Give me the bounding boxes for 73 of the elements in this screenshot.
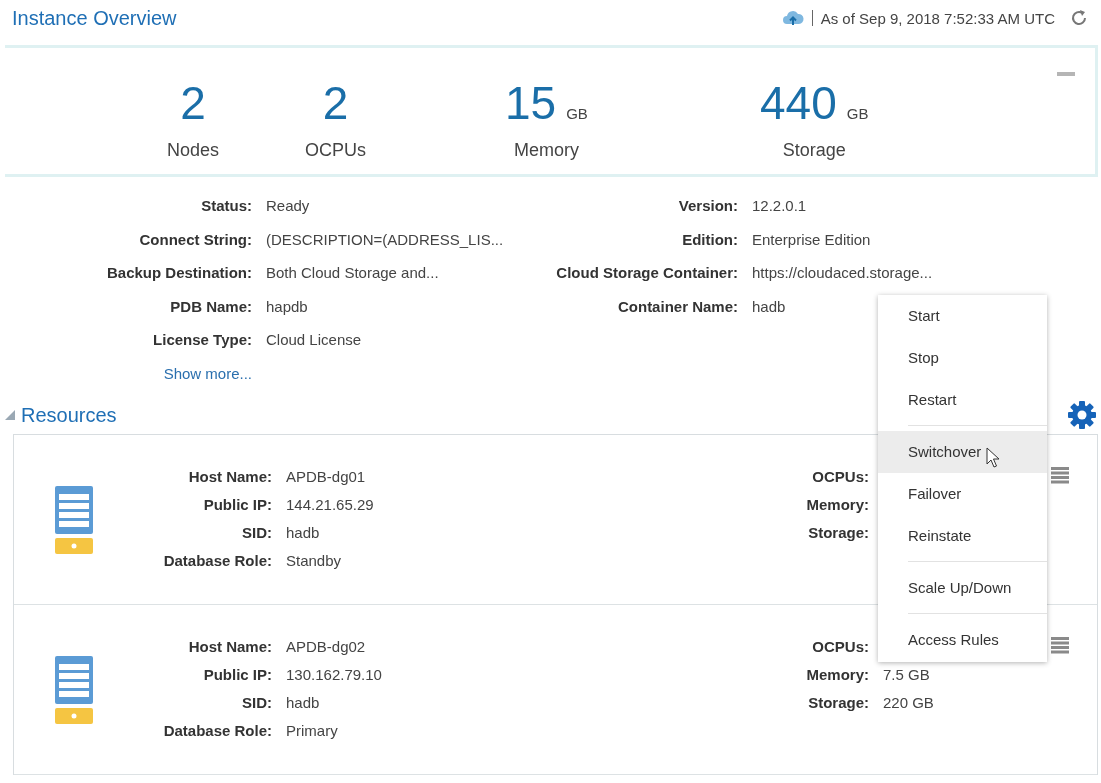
menu-item[interactable]: Scale Up/Down — [878, 567, 1047, 609]
metric-label: OCPUs — [305, 140, 366, 161]
metric-value: 440 — [760, 78, 837, 128]
field-label: Host Name: — [187, 638, 272, 657]
server-icon — [55, 656, 93, 724]
section-title: Resources — [21, 403, 117, 427]
field-label: Edition: — [681, 230, 738, 248]
field-label: Memory: — [805, 666, 869, 685]
field-value: 12.2.0.1 — [752, 197, 808, 214]
menu-item[interactable]: Reinstate — [878, 515, 1047, 557]
field-label: License Type: — [152, 331, 252, 348]
metric-label: Memory — [513, 140, 579, 161]
field-value: hadb — [286, 524, 321, 543]
field-label: Version: — [677, 197, 738, 214]
field-label: SID: — [241, 524, 272, 543]
timestamp: As of Sep 9, 2018 7:52:33 AM UTC — [820, 9, 1055, 27]
field-label: Database Role: — [162, 722, 272, 741]
metric-unit: GB — [566, 105, 588, 122]
field-value: Cloud License — [266, 331, 363, 348]
field-value: (DESCRIPTION=(ADDRESS_LIS... — [266, 230, 505, 248]
field-label: OCPUs: — [811, 468, 869, 487]
metric-label: Nodes — [167, 140, 220, 161]
menu-item[interactable]: Stop — [878, 337, 1047, 379]
field-value: 144.21.65.29 — [286, 496, 375, 515]
field-label: SID: — [241, 694, 272, 713]
field-label: Public IP: — [202, 666, 272, 685]
field-value: Both Cloud Storage and... — [266, 264, 440, 281]
metric-value: 2 — [180, 78, 206, 128]
metric-value: 15 — [505, 78, 557, 128]
field-label: Connect String: — [138, 230, 252, 248]
field-value: hadb — [752, 297, 787, 315]
menu-item[interactable]: Switchover — [878, 431, 1047, 473]
menu-item[interactable]: Restart — [878, 379, 1047, 421]
page-title: Instance Overview — [12, 6, 177, 30]
field-value: APDB-dg02 — [286, 638, 367, 657]
field-label: Public IP: — [202, 496, 272, 515]
field-value: 130.162.79.10 — [286, 666, 383, 685]
field-label: PDB Name: — [169, 297, 252, 315]
field-value: https://cloudaced.storage... — [752, 264, 934, 281]
field-value: Ready — [266, 197, 311, 214]
field-label: Host Name: — [187, 468, 272, 487]
field-value: Standby — [286, 552, 343, 571]
menu-icon[interactable] — [1051, 636, 1069, 654]
field-value: 7.5 GB — [883, 666, 931, 685]
show-more-link[interactable]: Show more... — [0, 364, 252, 382]
refresh-icon[interactable] — [1069, 8, 1089, 28]
menu-item[interactable]: Access Rules — [878, 619, 1047, 661]
field-label: Status: — [200, 197, 252, 214]
field-value: Primary — [286, 722, 339, 741]
menu-item[interactable]: Start — [878, 295, 1047, 337]
field-label: Memory: — [805, 496, 869, 515]
field-value: Enterprise Edition — [752, 230, 872, 248]
expand-triangle-icon[interactable] — [5, 410, 15, 420]
cloud-upload-icon[interactable] — [781, 9, 804, 27]
field-value: hadb — [286, 694, 321, 713]
menu-item[interactable]: Failover — [878, 473, 1047, 515]
menu-icon[interactable] — [1051, 466, 1069, 484]
field-label: Container Name: — [616, 297, 738, 315]
metric-value: 2 — [322, 78, 349, 128]
field-value: APDB-dg01 — [286, 468, 367, 487]
field-label: Cloud Storage Container: — [555, 264, 738, 281]
field-label: Database Role: — [162, 552, 272, 571]
server-icon — [55, 486, 93, 554]
field-label: Storage: — [807, 524, 869, 543]
field-label: Storage: — [807, 694, 869, 713]
field-label: Backup Destination: — [105, 264, 252, 281]
metric-unit: GB — [846, 105, 869, 122]
metric-label: Storage — [782, 140, 846, 161]
settings-icon[interactable] — [1066, 399, 1098, 431]
field-label: OCPUs: — [811, 638, 869, 657]
field-value: 220 GB — [883, 694, 935, 713]
field-value: hapdb — [266, 297, 309, 315]
mouse-pointer-icon — [986, 447, 1000, 469]
